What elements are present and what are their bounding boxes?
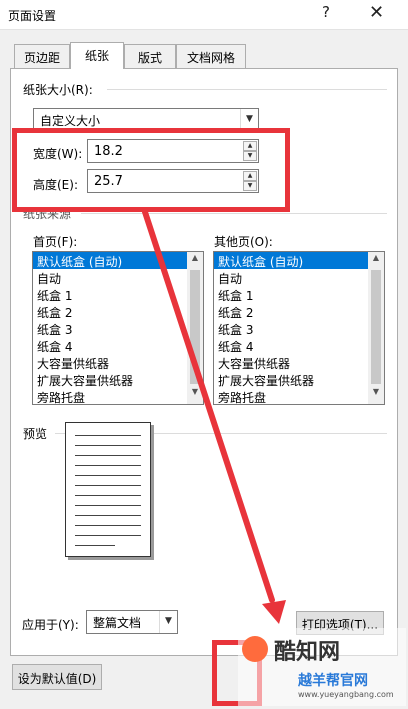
tab-paper[interactable]: 纸张 — [70, 42, 124, 69]
watermark-sub-brand: 越羊帮官网 — [298, 673, 368, 689]
annotation-arrow — [142, 209, 286, 624]
watermark-url: www.yueyangbang.com — [298, 690, 394, 699]
brand-logo-icon — [242, 636, 268, 662]
watermark-brand: 酷知网 — [274, 640, 341, 665]
watermark: 酷知网 越羊帮官网 www.yueyangbang.com — [238, 628, 406, 706]
